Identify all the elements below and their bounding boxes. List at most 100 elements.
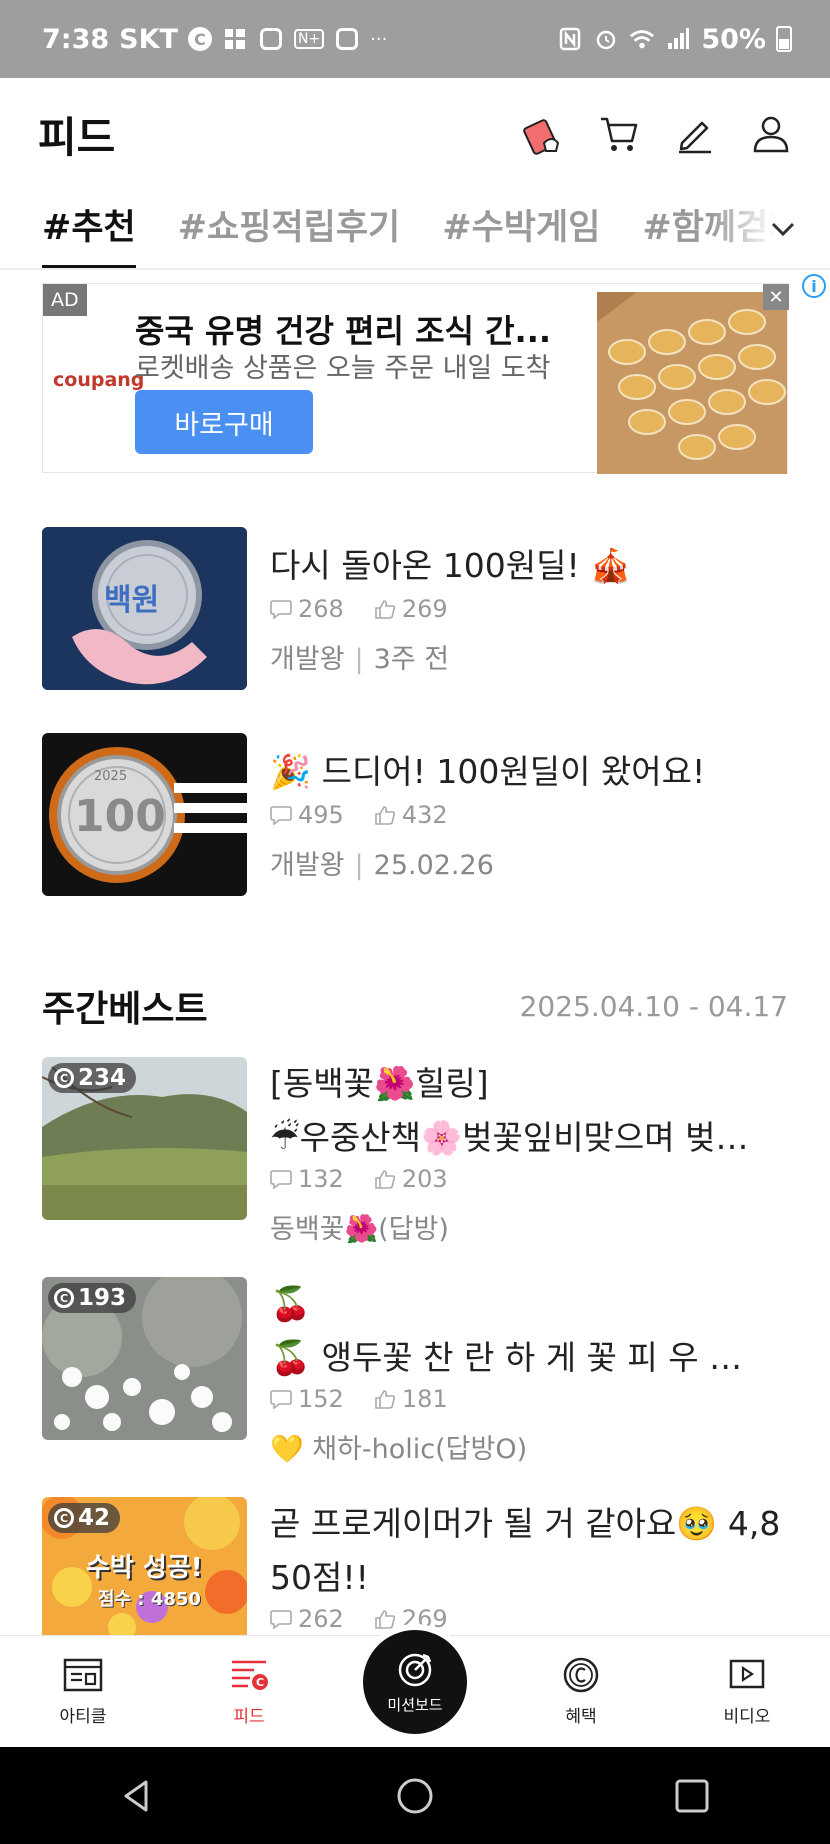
author: 💛 채하-holic(답방O) — [270, 1434, 528, 1465]
like-count: 432 — [401, 801, 448, 829]
comment-count: 495 — [298, 801, 344, 829]
coin-icon: C — [54, 1508, 74, 1528]
grid-notification-icon — [222, 26, 248, 52]
system-navigation-bar — [0, 1747, 830, 1844]
ad-banner[interactable]: AD coupang 중국 유명 건강 편리 조식 간... 로켓배송 상품은 … — [42, 283, 789, 474]
alarm-icon — [593, 26, 619, 52]
ad-close-icon[interactable]: ✕ — [763, 284, 789, 310]
like-icon — [375, 806, 395, 825]
feed-item[interactable]: 2025 100 🎉 드디어! 100원딜이 왔어요! 495 432 개발왕 |… — [42, 733, 788, 896]
hashtag-tabs: #추천 #쇼핑적립후기 #수박게임 #함께걷기인증 — [0, 190, 830, 270]
like-icon — [375, 1170, 395, 1189]
weekly-title-line1: 곧 프로게이머가 될 거 같아요🥹 4,8 — [270, 1504, 781, 1543]
coin-icon: C — [54, 1068, 74, 1088]
profile-icon[interactable] — [750, 113, 792, 155]
nav-label: 혜택 — [565, 1707, 597, 1727]
ad-info-icon[interactable]: i — [802, 274, 826, 298]
weekly-best-title: 주간베스트 — [42, 989, 208, 1030]
nav-label: 아티클 — [59, 1707, 107, 1727]
thumbnail-text: 백원 — [104, 583, 160, 618]
nav-label: 피드 — [233, 1707, 265, 1727]
video-icon — [729, 1659, 765, 1689]
target-icon — [398, 1653, 432, 1686]
weekly-thumbnail: C 193 — [42, 1277, 247, 1440]
weekly-best-header: 주간베스트 2025.04.10 - 04.17 — [42, 980, 788, 1032]
weekly-item[interactable]: C 234 [동백꽃🌺힐링] ☔우중산책🌸벚꽃잎비맞으며 벚… 132 203 동… — [42, 1057, 788, 1245]
coin-icon — [563, 1657, 599, 1693]
comment-icon — [270, 1390, 292, 1409]
tab-recommended[interactable]: #추천 — [42, 190, 136, 268]
svg-text:C: C — [256, 1676, 264, 1689]
chevron-down-icon[interactable] — [766, 212, 800, 246]
nplus-icon: N+ — [293, 29, 325, 49]
status-carrier: SKT — [119, 23, 178, 55]
comment-count: 262 — [298, 1605, 344, 1633]
nav-feed[interactable]: C 피드 — [184, 1656, 314, 1727]
like-count: 203 — [401, 1165, 448, 1193]
buy-now-button[interactable]: 바로구매 — [135, 390, 313, 454]
feed-item[interactable]: 백원 다시 돌아온 100원딜! 🎪 268 269 개발왕 | 3주 전 — [42, 527, 788, 690]
article-icon — [63, 1658, 103, 1692]
thumbnail-text: 수박 성공! — [86, 1553, 203, 1583]
comment-icon — [270, 806, 292, 825]
coin-year: 2025 — [94, 769, 128, 784]
weekly-thumbnail: C 234 — [42, 1057, 247, 1220]
tab-shopping-review[interactable]: #쇼핑적립후기 — [178, 190, 401, 268]
cashwalk-notification-icon: C — [187, 27, 212, 51]
status-bar: 7:38 SKT C N+ ··· 50% — [0, 0, 830, 78]
comment-count: 268 — [298, 595, 344, 623]
tab-watermelon-game[interactable]: #수박게임 — [442, 190, 600, 268]
like-count: 269 — [401, 595, 448, 623]
home-icon[interactable] — [395, 1776, 435, 1816]
nfc-icon — [557, 26, 583, 52]
reward-count: 234 — [78, 1065, 127, 1091]
weekly-title-line1: [동백꽃🌺힐링] — [270, 1064, 489, 1103]
page-title: 피드 — [38, 112, 116, 162]
coupang-logo: coupang — [53, 369, 145, 391]
weekly-item[interactable]: C 193 🍒 🍒 앵두꽃 찬 란 하 게 꽃 피 우 … 152 181 💛 채… — [42, 1277, 788, 1465]
gift-card-icon[interactable] — [522, 113, 564, 155]
ad-label: AD — [43, 284, 87, 316]
nav-benefit[interactable]: 혜택 — [516, 1656, 646, 1727]
recents-icon[interactable] — [672, 1776, 712, 1816]
write-icon[interactable] — [674, 113, 716, 155]
instagram-icon — [258, 26, 284, 52]
wifi-icon — [629, 26, 655, 52]
weekly-title-line2: ☔우중산책🌸벚꽃잎비맞으며 벚… — [270, 1118, 749, 1157]
thumbnail-score: 점수 : 4850 — [98, 1589, 201, 1610]
instagram-icon — [334, 26, 360, 52]
more-notifications-icon: ··· — [370, 28, 388, 50]
battery-icon — [776, 26, 792, 52]
nav-article[interactable]: 아티클 — [18, 1656, 148, 1727]
signal-icon — [665, 26, 691, 52]
thumbnail-text: 100 — [74, 791, 166, 842]
author: 동백꽃🌺(답방) — [270, 1214, 449, 1245]
weekly-title-line2: 50점!! — [270, 1558, 369, 1597]
feed-thumbnail: 백원 — [42, 527, 247, 690]
status-time: 7:38 — [42, 23, 110, 55]
feed-title: 다시 돌아온 100원딜! 🎪 — [270, 546, 632, 585]
weekly-best-date: 2025.04.10 - 04.17 — [519, 989, 788, 1023]
app-header: 피드 — [0, 78, 830, 190]
comment-count: 152 — [298, 1385, 344, 1413]
mission-board-button[interactable]: 미션보드 — [363, 1630, 467, 1734]
weekly-title-line1: 🍒 — [270, 1284, 312, 1323]
feed-icon: C — [232, 1660, 268, 1690]
like-icon — [375, 1390, 395, 1409]
weekly-title-line2: 🍒 앵두꽃 찬 란 하 게 꽃 피 우 … — [270, 1338, 743, 1377]
feed-title: 🎉 드디어! 100원딜이 왔어요! — [270, 752, 706, 791]
author: 개발왕 — [270, 644, 345, 675]
reward-badge: C 234 — [48, 1063, 137, 1093]
nav-video[interactable]: 비디오 — [682, 1656, 812, 1727]
post-time: 25.02.26 — [373, 850, 494, 881]
reward-badge: C 42 — [48, 1503, 121, 1533]
weekly-item[interactable]: C 42 수박 성공! 점수 : 4850 곧 프로게이머가 될 거 같아요🥹 4… — [42, 1497, 788, 1635]
comment-count: 132 — [298, 1165, 344, 1193]
battery-percent: 50% — [701, 23, 766, 55]
weekly-thumbnail: C 42 수박 성공! 점수 : 4850 — [42, 1497, 247, 1635]
cart-icon[interactable] — [598, 113, 640, 155]
back-icon[interactable] — [118, 1776, 158, 1816]
author: 개발왕 — [270, 850, 345, 881]
ad-product-image — [597, 292, 787, 474]
post-time: 3주 전 — [373, 644, 450, 675]
